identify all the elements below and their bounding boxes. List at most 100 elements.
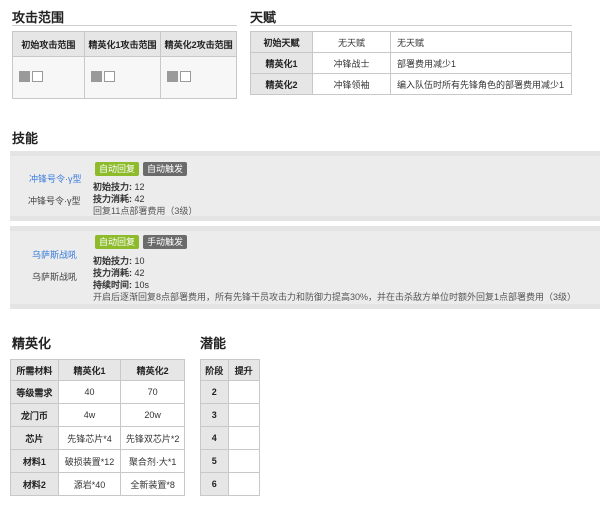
potential-header-stage: 阶段 — [200, 359, 229, 381]
initial-sp-label: 初始技力: — [93, 256, 132, 266]
potential-stage: 4 — [200, 426, 229, 450]
range-tile-attack — [103, 71, 115, 82]
attack-range-initial — [12, 56, 85, 99]
talent-title: 天赋 — [250, 10, 277, 25]
potential-row: 2 — [200, 380, 261, 404]
elite-e2-value: 聚合剂·大*1 — [120, 449, 185, 473]
elite-row-label: 芯片 — [10, 426, 59, 450]
initial-sp-value: 12 — [134, 182, 145, 192]
elite-row-label: 材料2 — [10, 472, 59, 496]
duration-label: 持续时间: — [93, 280, 132, 290]
skill-description: 开启后逐渐回复8点部署费用，所有先锋干员攻击力和防御力提高30%，并在击杀敌方单… — [93, 292, 577, 302]
potential-header-bonus: 提升 — [227, 359, 261, 381]
range-grid — [167, 71, 192, 82]
range-tile-self — [90, 71, 102, 82]
elite-row: 芯片 先锋芯片*4 先锋双芯片*2 — [10, 426, 185, 450]
elite-row: 材料1 破损装置*12 聚合剂·大*1 — [10, 449, 185, 473]
skill-name: 乌萨斯战吼 — [32, 272, 78, 282]
range-tile-self — [167, 71, 179, 82]
elite-row: 材料2 源岩*40 全新装置*8 — [10, 472, 185, 496]
sp-cost-label: 技力消耗: — [93, 268, 132, 278]
skills-title: 技能 — [12, 131, 39, 146]
talent-stage: 初始天赋 — [250, 31, 313, 53]
elite-title: 精英化 — [12, 336, 52, 351]
elite-row: 龙门币 4w 20w — [10, 403, 185, 427]
potential-row: 6 — [200, 472, 261, 496]
elite-header-e2: 精英化2 — [120, 359, 185, 381]
talent-name: 无天赋 — [312, 31, 391, 53]
range-tile-attack — [180, 71, 192, 82]
talent-rule — [250, 25, 572, 26]
range-grid — [90, 71, 115, 82]
elite-row-label: 材料1 — [10, 449, 59, 473]
talent-stage: 精英化1 — [250, 52, 313, 74]
potential-stage: 5 — [200, 449, 229, 473]
elite-e1-value: 40 — [57, 380, 122, 404]
elite-e1-value: 4w — [57, 403, 122, 427]
potential-stage: 2 — [200, 380, 229, 404]
attack-range-header-elite1: 精英化1攻击范围 — [83, 31, 162, 57]
elite-row: 等级需求 40 70 — [10, 380, 185, 404]
elite-table: 所需材料 精英化1 精英化2 等级需求 40 70 龙门币 4w 20w 芯片 … — [10, 359, 185, 496]
range-tile-self — [19, 71, 30, 82]
elite-row-label: 龙门币 — [10, 403, 59, 427]
talent-row: 初始天赋 无天赋 无天赋 — [250, 31, 572, 53]
sp-cost-value: 42 — [134, 194, 145, 204]
duration-value: 10s — [134, 280, 150, 290]
elite-header-e1: 精英化1 — [57, 359, 122, 381]
potential-bonus — [227, 449, 261, 473]
range-grid — [19, 71, 43, 82]
talent-effect: 部署费用减少1 — [390, 52, 572, 74]
trigger-type-badge: 自动触发 — [143, 162, 188, 176]
sp-cost-value: 42 — [134, 268, 145, 278]
skill-card: 冲锋号令·γ型 冲锋号令·γ型 自动回复 自动触发 初始技力: 12 技力消耗:… — [10, 151, 600, 221]
potential-bonus — [227, 403, 261, 427]
talent-table: 初始天赋 无天赋 无天赋 精英化1 冲锋战士 部署费用减少1 精英化2 冲锋领袖… — [250, 31, 572, 95]
elite-row-label: 等级需求 — [10, 380, 59, 404]
initial-sp-label: 初始技力: — [93, 182, 132, 192]
potential-bonus — [227, 380, 261, 404]
elite-e2-value: 20w — [120, 403, 185, 427]
attack-range-elite2 — [160, 56, 237, 99]
range-tile-attack — [32, 71, 43, 82]
initial-sp-value: 10 — [134, 256, 145, 266]
potential-bonus — [227, 426, 261, 450]
talent-row: 精英化1 冲锋战士 部署费用减少1 — [250, 52, 572, 74]
attack-range-header-elite2: 精英化2攻击范围 — [160, 31, 237, 57]
potential-row: 5 — [200, 449, 261, 473]
potential-stage: 6 — [200, 472, 229, 496]
skill-name: 冲锋号令·γ型 — [28, 196, 81, 206]
recovery-type-badge: 自动回复 — [95, 235, 140, 249]
attack-range-title: 攻击范围 — [12, 10, 65, 25]
attack-range-elite1 — [83, 56, 162, 99]
elite-e2-value: 全新装置*8 — [120, 472, 185, 496]
elite-e2-value: 70 — [120, 380, 185, 404]
potential-title: 潜能 — [200, 336, 227, 351]
attack-range-header-initial: 初始攻击范围 — [12, 31, 85, 57]
elite-e2-value: 先锋双芯片*2 — [120, 426, 185, 450]
potential-row: 4 — [200, 426, 261, 450]
talent-effect: 编入队伍时所有先锋角色的部署费用减少1 — [390, 73, 572, 95]
trigger-type-badge: 手动触发 — [143, 235, 188, 249]
talent-name: 冲锋领袖 — [312, 73, 391, 95]
sp-cost-label: 技力消耗: — [93, 194, 132, 204]
potential-row: 3 — [200, 403, 261, 427]
skill-description: 回复11点部署费用（3级） — [93, 206, 198, 216]
talent-name: 冲锋战士 — [312, 52, 391, 74]
skill-name-link[interactable]: 冲锋号令·γ型 — [29, 172, 82, 185]
attack-range-rule — [12, 25, 237, 26]
talent-stage: 精英化2 — [250, 73, 313, 95]
potential-table: 阶段 提升 2 3 4 5 6 — [200, 359, 261, 496]
talent-row: 精英化2 冲锋领袖 编入队伍时所有先锋角色的部署费用减少1 — [250, 73, 572, 95]
recovery-type-badge: 自动回复 — [95, 162, 140, 176]
elite-header-material: 所需材料 — [10, 359, 59, 381]
attack-range-table: 初始攻击范围 精英化1攻击范围 精英化2攻击范围 — [12, 31, 237, 99]
elite-e1-value: 源岩*40 — [57, 472, 122, 496]
talent-effect: 无天赋 — [390, 31, 572, 53]
skill-name-link[interactable]: 乌萨斯战吼 — [32, 248, 77, 261]
elite-e1-value: 破损装置*12 — [57, 449, 122, 473]
potential-stage: 3 — [200, 403, 229, 427]
potential-bonus — [227, 472, 261, 496]
elite-e1-value: 先锋芯片*4 — [57, 426, 122, 450]
skill-card: 乌萨斯战吼 乌萨斯战吼 自动回复 手动触发 初始技力: 10 技力消耗: 42 … — [10, 226, 600, 309]
